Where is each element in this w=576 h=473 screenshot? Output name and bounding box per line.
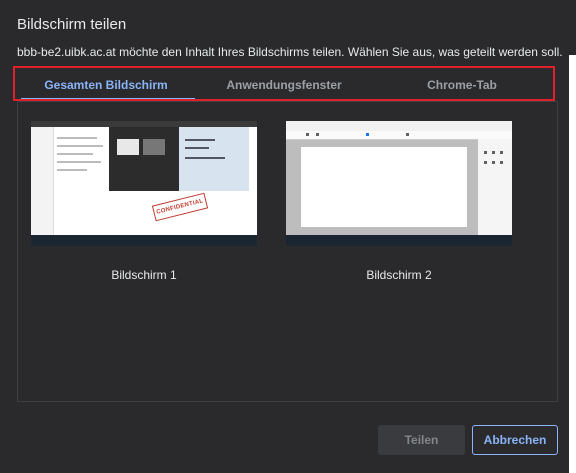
screen-1-thumbnail: CONFIDENTIAL	[31, 121, 257, 246]
confidential-stamp: CONFIDENTIAL	[151, 192, 209, 222]
screen-option-1[interactable]: CONFIDENTIAL Bildschirm 1	[31, 121, 257, 282]
screen-2-label: Bildschirm 2	[366, 268, 432, 282]
screen-2-thumbnail	[286, 121, 512, 246]
share-button[interactable]: Teilen	[378, 425, 465, 455]
screen-option-2[interactable]: Bildschirm 2	[286, 121, 512, 282]
screen-list: CONFIDENTIAL Bildschirm 1 Bildschirm 2	[17, 102, 558, 402]
share-screen-dialog: Bildschirm teilen bbb-be2.uibk.ac.at möc…	[0, 0, 569, 473]
cancel-button[interactable]: Abbrechen	[472, 425, 558, 455]
dialog-title: Bildschirm teilen	[17, 16, 127, 33]
background-page-edge	[569, 0, 576, 473]
dialog-subtitle: bbb-be2.uibk.ac.at möchte den Inhalt Ihr…	[17, 45, 563, 59]
screen-1-label: Bildschirm 1	[111, 268, 177, 282]
tabs-highlight-box	[13, 66, 555, 101]
